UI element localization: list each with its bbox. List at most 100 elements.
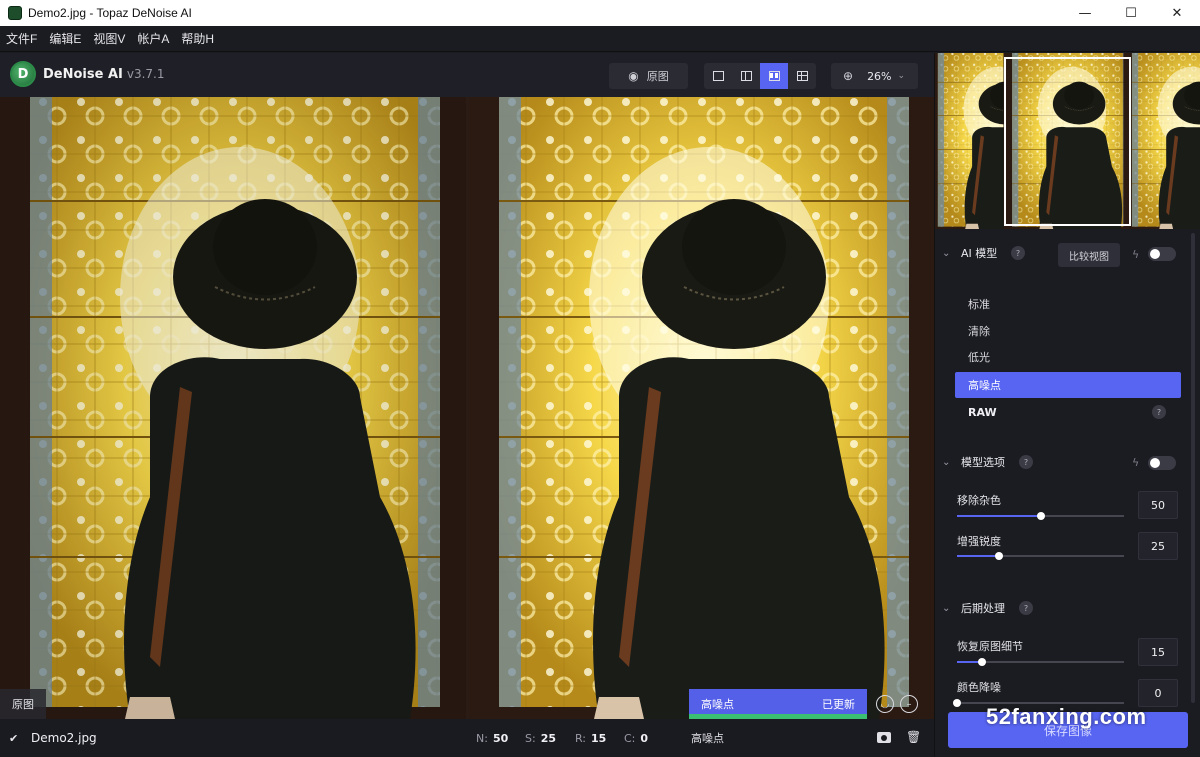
single-view-icon (712, 71, 724, 81)
stat-value: 15 (591, 731, 607, 745)
status-bar: ✔ Demo2.jpg N: 50 S: 25 R: 15 C: 0 高噪点 🗑 (0, 719, 934, 757)
feedback-icons: ◡ – (876, 695, 918, 713)
recover-detail-slider[interactable] (957, 658, 1124, 666)
close-button[interactable]: ✕ (1154, 0, 1200, 26)
slider-knob[interactable] (953, 699, 961, 707)
check-icon[interactable]: ✔ (9, 732, 18, 745)
model-item-low-light[interactable]: 低光 (955, 344, 1181, 370)
compare-view-button[interactable]: 比较视图 (1058, 243, 1120, 267)
zoom-control[interactable]: ⊕ 26% ⌄ (831, 63, 918, 89)
stat-key: S: (525, 731, 536, 745)
model-item-standard[interactable]: 标准 (955, 291, 1181, 317)
menu-account[interactable]: 帐户A (137, 30, 169, 47)
chevron-down-icon[interactable]: ⌄ (942, 457, 950, 468)
slider-fill (957, 515, 1041, 517)
status-filename: Demo2.jpg (31, 731, 97, 745)
status-model: 高噪点 (691, 732, 724, 745)
watermark-text: 52fanxing.com (986, 704, 1147, 729)
color-noise-value[interactable]: 0 (1138, 679, 1178, 707)
slider-knob[interactable] (994, 552, 1003, 560)
enhance-sharpness-value[interactable]: 25 (1138, 532, 1178, 560)
help-icon[interactable]: ? (1152, 405, 1166, 419)
neutral-face-icon[interactable]: – (900, 695, 918, 713)
model-item-severe-noise[interactable]: 高噪点 (955, 372, 1181, 398)
stat-value: 50 (492, 731, 509, 745)
navigator-thumbnail[interactable] (935, 53, 1200, 229)
menu-view[interactable]: 视图V (93, 30, 125, 47)
zoom-icon: ⊕ (843, 69, 854, 83)
trash-icon[interactable]: 🗑 (906, 730, 921, 744)
original-image-pane[interactable]: 原图 (0, 97, 466, 719)
stat-key: R: (575, 731, 587, 745)
stat-noise: N: 50 (476, 732, 508, 745)
app-version: v3.7.1 (126, 67, 165, 81)
post-processing-title: 后期处理 (961, 602, 1005, 615)
view-comparison-button[interactable] (788, 63, 816, 89)
window-title: Demo2.jpg - Topaz DeNoise AI (28, 6, 192, 20)
model-update-banner: 高噪点 已更新 (689, 689, 867, 719)
show-original-label: 原图 (646, 70, 669, 83)
processed-image-pane[interactable] (469, 97, 934, 719)
quad-view-icon (796, 71, 808, 81)
app-icon (8, 6, 22, 20)
main-toolbar: D DeNoise AI v3.7.1 ◉ 原图 ⊕ 26% ⌄ (0, 53, 934, 97)
view-mode-group (704, 63, 816, 89)
window-titlebar: Demo2.jpg - Topaz DeNoise AI — ☐ ✕ (0, 0, 1200, 26)
remove-noise-value[interactable]: 50 (1138, 491, 1178, 519)
original-pane-label: 原图 (0, 689, 46, 719)
window-controls: — ☐ ✕ (1062, 0, 1200, 26)
chevron-down-icon: ⌄ (897, 71, 906, 81)
navigator-viewport-frame[interactable] (1004, 57, 1131, 226)
logo-text: DeNoise AI (43, 66, 123, 82)
panel-scrollbar[interactable] (1191, 233, 1195, 703)
camera-icon[interactable] (877, 732, 891, 743)
show-original-button[interactable]: ◉ 原图 (609, 63, 688, 89)
color-noise-label: 颜色降噪 (957, 681, 1001, 694)
enhance-sharpness-slider[interactable] (957, 552, 1124, 560)
app-logo: D DeNoise AI v3.7.1 (10, 61, 165, 87)
settings-panel: ⌄ AI 模型 ? 比较视图 ϟ 标准 清除 低光 高噪点 RAW ? ⌄ 模型… (934, 53, 1200, 757)
split-view-icon (740, 71, 752, 81)
help-icon[interactable]: ? (1011, 246, 1025, 260)
denoise-logo-icon: D (10, 61, 36, 87)
stat-color: C: 0 (624, 732, 648, 745)
slider-fill (957, 555, 999, 557)
model-item-clear[interactable]: 清除 (955, 318, 1181, 344)
view-single-button[interactable] (704, 63, 732, 89)
model-options-title: 模型选项 (961, 456, 1005, 469)
menu-edit[interactable]: 编辑E (49, 30, 81, 47)
menu-file[interactable]: 文件F (6, 30, 37, 47)
remove-noise-slider[interactable] (957, 512, 1124, 520)
model-options-auto-toggle[interactable] (1148, 456, 1176, 470)
stat-recover: R: 15 (575, 732, 606, 745)
model-item-raw[interactable]: RAW (955, 399, 1181, 425)
processed-image (469, 97, 934, 719)
slider-knob[interactable] (978, 658, 987, 666)
view-side-by-side-button[interactable] (760, 63, 788, 89)
recover-detail-value[interactable]: 15 (1138, 638, 1178, 666)
slider-knob[interactable] (1036, 512, 1045, 520)
ai-model-auto-toggle[interactable] (1148, 247, 1176, 261)
help-icon[interactable]: ? (1019, 601, 1033, 615)
stat-key: C: (624, 731, 636, 745)
ai-model-title: AI 模型 (961, 247, 998, 260)
stat-key: N: (476, 731, 488, 745)
menu-help[interactable]: 帮助H (181, 30, 214, 47)
banner-model-name: 高噪点 (701, 698, 734, 711)
chevron-down-icon[interactable]: ⌄ (942, 603, 950, 614)
post-processing-section-header[interactable]: ⌄ 后期处理 ? (935, 596, 1185, 620)
view-split-button[interactable] (732, 63, 760, 89)
original-image (0, 97, 466, 719)
smile-icon[interactable]: ◡ (876, 695, 894, 713)
zoom-value: 26% (867, 69, 892, 83)
stat-value: 0 (640, 731, 649, 745)
side-by-side-icon (768, 71, 780, 81)
chevron-down-icon[interactable]: ⌄ (942, 248, 950, 259)
stat-value: 25 (540, 731, 557, 745)
banner-status: 已更新 (822, 698, 855, 711)
eye-off-icon: ◉ (628, 69, 639, 83)
minimize-button[interactable]: — (1062, 0, 1108, 26)
help-icon[interactable]: ? (1019, 455, 1033, 469)
recover-detail-label: 恢复原图细节 (957, 640, 1023, 653)
maximize-button[interactable]: ☐ (1108, 0, 1154, 26)
